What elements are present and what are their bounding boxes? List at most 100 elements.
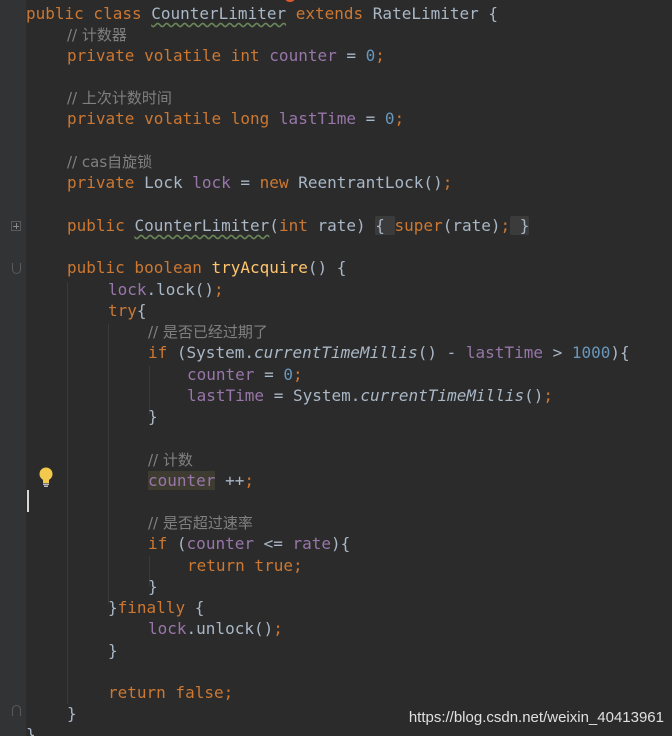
code-line[interactable]: lock.lock(); bbox=[108, 279, 224, 300]
code-token: super bbox=[394, 216, 443, 235]
code-line[interactable]: } bbox=[148, 576, 158, 597]
code-token: = bbox=[254, 365, 284, 384]
code-line[interactable]: public boolean tryAcquire() { bbox=[67, 257, 346, 278]
code-token: public class bbox=[26, 4, 152, 23]
code-line[interactable]: public class CounterLimiter extends Rate… bbox=[26, 3, 498, 24]
code-token: = bbox=[336, 46, 366, 65]
code-line[interactable]: counter ++; bbox=[148, 470, 254, 491]
code-token: 0 bbox=[283, 365, 293, 384]
code-token: counter bbox=[148, 471, 216, 490]
code-token: <= bbox=[253, 534, 293, 553]
code-line[interactable]: lock.unlock(); bbox=[148, 618, 283, 639]
code-token: ; bbox=[292, 365, 303, 384]
code-token: } bbox=[67, 704, 77, 723]
code-token: currentTimeMillis bbox=[360, 386, 525, 405]
fold-collapse-icon[interactable] bbox=[12, 263, 21, 274]
code-line[interactable]: counter = 0; bbox=[187, 364, 303, 385]
code-token: private volatile int bbox=[67, 46, 270, 65]
code-token: ; bbox=[223, 683, 234, 702]
code-token: // cas自旋锁 bbox=[67, 153, 153, 171]
code-line[interactable]: // 计数器 bbox=[67, 24, 127, 45]
code-token: () bbox=[524, 386, 544, 405]
code-line[interactable]: private Lock lock = new ReentrantLock(); bbox=[67, 172, 452, 193]
code-token: rate) bbox=[317, 216, 376, 235]
code-token: ++ bbox=[215, 471, 245, 490]
code-token: (rate) bbox=[442, 216, 501, 235]
code-line[interactable]: // 是否超过速率 bbox=[148, 512, 253, 533]
code-line[interactable]: if (System.currentTimeMillis() - lastTim… bbox=[148, 342, 630, 363]
code-token: // 是否已经过期了 bbox=[148, 323, 268, 341]
code-token: if bbox=[148, 534, 177, 553]
code-line[interactable]: return false; bbox=[108, 682, 233, 703]
code-token: = bbox=[355, 109, 385, 128]
editor-gutter bbox=[0, 0, 26, 736]
code-token: } bbox=[148, 577, 158, 596]
code-token: > bbox=[542, 343, 572, 362]
code-token: CounterLimiter bbox=[151, 4, 287, 23]
code-token: int bbox=[278, 216, 318, 235]
code-line[interactable]: public CounterLimiter(int rate) { super(… bbox=[67, 215, 530, 236]
code-token: } bbox=[26, 725, 36, 736]
code-line[interactable]: // 是否已经过期了 bbox=[148, 321, 268, 342]
code-line[interactable]: } bbox=[26, 724, 36, 736]
code-token: ; bbox=[375, 46, 385, 65]
code-token: return true bbox=[187, 556, 293, 575]
code-line[interactable]: // 计数 bbox=[148, 449, 193, 470]
code-token: // 是否超过速率 bbox=[148, 514, 253, 532]
code-token: counter bbox=[186, 534, 254, 553]
code-token: // 计数 bbox=[148, 451, 193, 469]
code-line[interactable]: try{ bbox=[108, 300, 147, 321]
code-line[interactable]: return true; bbox=[187, 555, 303, 576]
code-token: (System. bbox=[176, 343, 254, 362]
code-token: ; bbox=[292, 556, 303, 575]
code-token: private bbox=[67, 173, 145, 192]
code-token: public boolean bbox=[67, 258, 212, 277]
code-token: private volatile long bbox=[67, 109, 279, 128]
code-editor[interactable]: public class CounterLimiter extends Rate… bbox=[0, 0, 672, 736]
code-token: tryAcquire bbox=[211, 258, 308, 277]
code-token: counter bbox=[269, 46, 337, 65]
code-line[interactable]: } bbox=[108, 640, 118, 661]
code-token: lastTime bbox=[465, 343, 543, 362]
code-token: RateLimiter { bbox=[372, 4, 499, 23]
code-line[interactable]: }finally { bbox=[108, 597, 204, 618]
code-token: { bbox=[136, 301, 147, 320]
code-token: ; bbox=[442, 173, 453, 192]
code-line[interactable]: if (counter <= rate){ bbox=[148, 533, 350, 554]
code-line[interactable]: private volatile long lastTime = 0; bbox=[67, 108, 404, 129]
code-token: counter bbox=[187, 365, 255, 384]
fold-collapse-icon[interactable] bbox=[12, 705, 21, 716]
code-token: ; bbox=[543, 386, 554, 405]
code-line[interactable]: } bbox=[148, 406, 158, 427]
code-token: ; bbox=[273, 619, 283, 638]
code-line[interactable]: private volatile int counter = 0; bbox=[67, 45, 385, 66]
code-token: ( bbox=[269, 216, 279, 235]
code-token: public bbox=[67, 216, 135, 235]
fold-expand-icon[interactable] bbox=[11, 221, 21, 231]
code-line[interactable]: // 上次计数时间 bbox=[67, 87, 172, 108]
code-token: ReentrantLock() bbox=[298, 173, 443, 192]
code-token: .unlock() bbox=[186, 619, 274, 638]
code-token: ; bbox=[394, 109, 405, 128]
code-token: () { bbox=[307, 258, 347, 277]
text-cursor bbox=[27, 490, 29, 512]
code-line[interactable]: // cas自旋锁 bbox=[67, 151, 152, 172]
code-token: if bbox=[148, 343, 177, 362]
code-token: lock bbox=[148, 619, 187, 638]
code-token: currentTimeMillis bbox=[253, 343, 418, 362]
code-token: // 上次计数时间 bbox=[67, 89, 172, 107]
indent-guide bbox=[108, 324, 109, 604]
code-line[interactable]: lastTime = System.currentTimeMillis(); bbox=[187, 385, 553, 406]
code-token: } bbox=[108, 598, 118, 617]
code-token: ){ bbox=[331, 534, 351, 553]
code-token: Lock bbox=[144, 173, 193, 192]
code-token: // 计数器 bbox=[67, 26, 127, 44]
code-token: = bbox=[230, 173, 260, 192]
code-token: lastTime bbox=[278, 109, 356, 128]
code-token: rate bbox=[292, 534, 332, 553]
lightbulb-icon[interactable] bbox=[37, 466, 55, 488]
code-line[interactable]: } bbox=[67, 703, 77, 724]
code-token: 0 bbox=[384, 109, 395, 128]
code-token: } bbox=[148, 407, 158, 426]
code-token: return false bbox=[108, 683, 224, 702]
